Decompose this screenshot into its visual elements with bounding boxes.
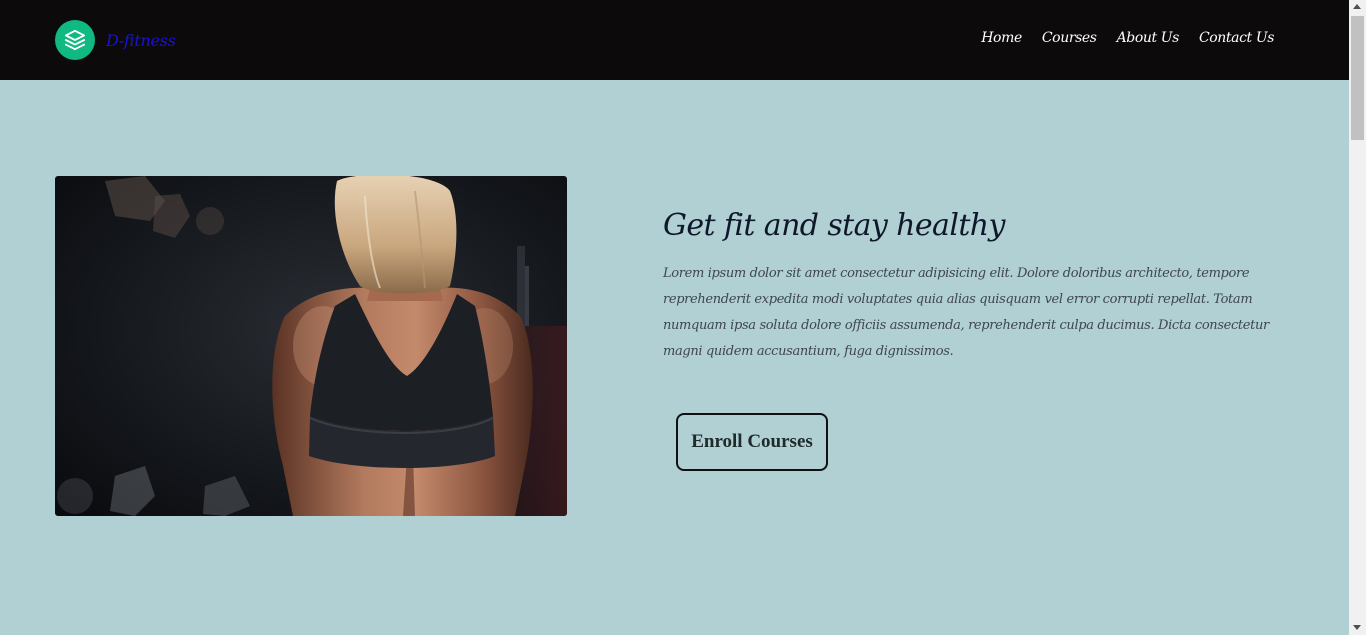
- nav-link-home[interactable]: Home: [981, 30, 1022, 46]
- brand[interactable]: D-fitness: [55, 20, 176, 60]
- hero-text: Get fit and stay healthy Lorem ipsum dol…: [663, 208, 1273, 365]
- scroll-down-arrow-icon[interactable]: [1353, 625, 1361, 630]
- hero-description: Lorem ipsum dolor sit amet consectetur a…: [663, 266, 1269, 359]
- nav-links: Home Courses About Us Contact Us: [981, 30, 1274, 46]
- hero-image: [55, 176, 567, 516]
- vertical-scrollbar[interactable]: [1349, 0, 1366, 635]
- nav-link-about-us[interactable]: About Us: [1117, 30, 1180, 46]
- brand-name[interactable]: D-fitness: [106, 31, 176, 50]
- layers-icon[interactable]: [55, 20, 95, 60]
- scrollbar-thumb[interactable]: [1351, 16, 1364, 140]
- nav-link-contact-us[interactable]: Contact Us: [1199, 30, 1274, 46]
- scroll-up-arrow-icon[interactable]: [1353, 4, 1361, 9]
- nav-link-courses[interactable]: Courses: [1042, 30, 1097, 46]
- enroll-courses-button[interactable]: Enroll Courses: [676, 413, 828, 471]
- hero-title: Get fit and stay healthy: [663, 208, 1005, 243]
- navbar: D-fitness Home Courses About Us Contact …: [0, 0, 1349, 80]
